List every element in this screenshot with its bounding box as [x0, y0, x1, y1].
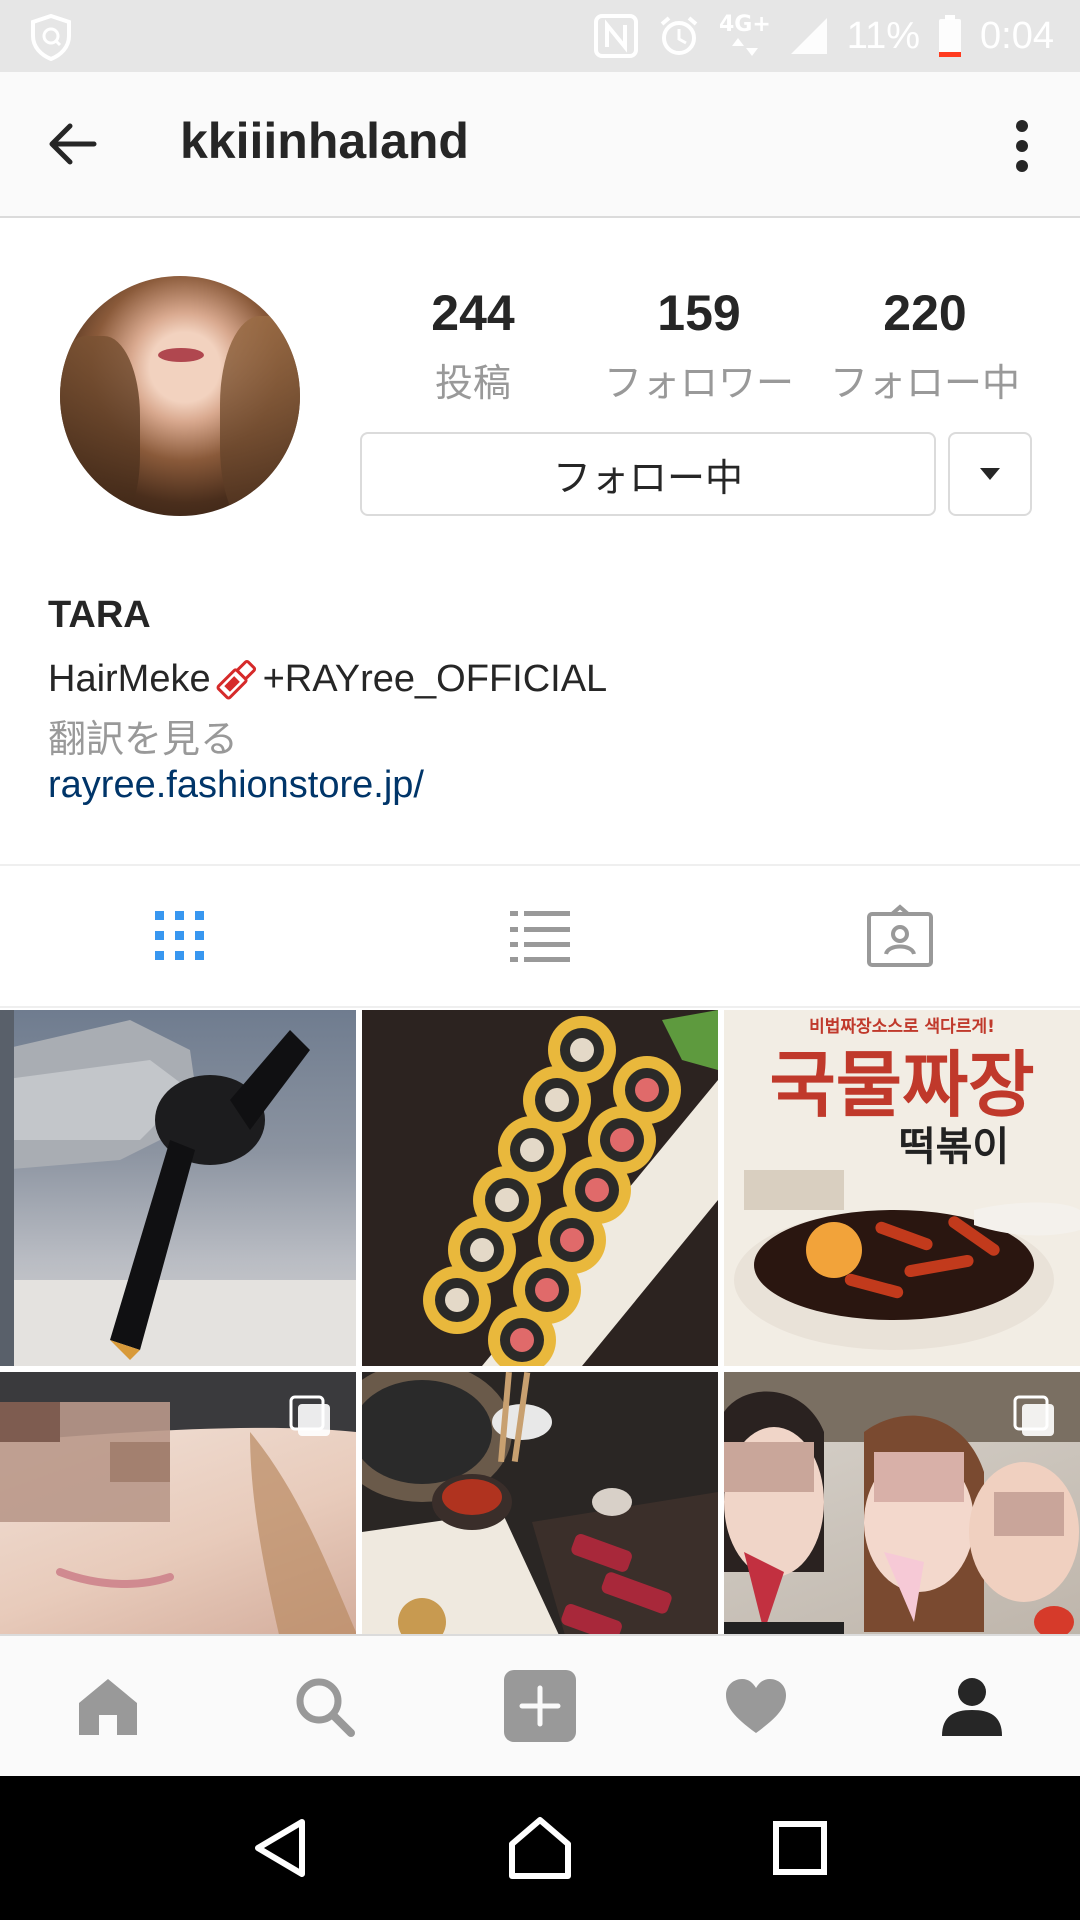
stat-posts[interactable]: 244 投稿 — [360, 284, 586, 407]
shield-icon — [31, 13, 71, 62]
website-link[interactable]: rayree.fashionstore.jp/ — [48, 764, 1038, 820]
bio-suffix: +RAYree_OFFICIAL — [262, 657, 608, 700]
posts-count: 244 — [431, 285, 515, 341]
nav-activity[interactable] — [648, 1636, 864, 1776]
back-arrow-icon[interactable] — [44, 116, 100, 172]
multiple-photos-icon — [289, 1395, 330, 1436]
tab-grid[interactable] — [0, 866, 360, 1006]
status-bar: 4G+ 11% 0:04 — [0, 0, 1080, 72]
house-outline-icon — [509, 1817, 571, 1879]
list-icon — [510, 911, 570, 962]
nav-add[interactable] — [432, 1636, 648, 1776]
lipstick-emoji-icon — [216, 659, 256, 700]
tab-tagged[interactable] — [720, 866, 1080, 1006]
bbq-image — [362, 1372, 718, 1634]
svg-text:비법짜장소스로 색다르게!: 비법짜장소스로 색다르게! — [809, 1017, 995, 1037]
battery-percent: 11% — [846, 14, 921, 57]
clock: 0:04 — [980, 14, 1054, 57]
following-label: フォロー中 — [829, 361, 1020, 405]
person-icon — [942, 1678, 1002, 1736]
system-back-button[interactable] — [235, 1803, 325, 1893]
alarm-icon — [660, 16, 698, 55]
post-tile-korean-bbq[interactable] — [362, 1372, 718, 1634]
post-tile-kimbap[interactable] — [362, 1010, 718, 1366]
kimbap-image — [423, 1010, 718, 1366]
svg-text:떡볶이: 떡볶이 — [899, 1124, 1009, 1170]
triangle-back-icon — [255, 1819, 305, 1877]
nav-profile[interactable] — [864, 1636, 1080, 1776]
post-tile-selfie-cap[interactable] — [0, 1372, 356, 1634]
more-vertical-icon[interactable] — [1004, 116, 1040, 176]
multiple-photos-icon — [1013, 1395, 1054, 1436]
svg-text:국물짜장: 국물짜장 — [770, 1043, 1035, 1127]
tab-list[interactable] — [360, 866, 720, 1006]
profile-header-bar: kkiiinhaland — [0, 72, 1080, 218]
followers-count: 159 — [657, 285, 741, 341]
following-button[interactable]: フォロー中 — [360, 432, 936, 516]
bio-section: TARA HairMeke +RAYree_OFFICIAL 翻訳を見る ray… — [48, 594, 1038, 820]
search-icon — [296, 1678, 355, 1737]
bottom-navigation — [0, 1634, 1080, 1776]
plus-square-icon — [504, 1670, 576, 1742]
home-icon — [79, 1679, 137, 1735]
post-tile-airplane-propeller[interactable] — [0, 1010, 356, 1366]
avatar[interactable] — [60, 276, 300, 516]
grid-icon — [155, 911, 204, 960]
profile-tabs — [0, 864, 1080, 1008]
post-tile-tteokbokki-package[interactable]: 비법짜장소스로 색다르게! 국물짜장 떡볶이 — [724, 1010, 1080, 1366]
tteokbokki-image: 비법짜장소스로 색다르게! 국물짜장 떡볶이 — [734, 1017, 1080, 1350]
data-arrows-icon — [731, 38, 758, 56]
translate-link[interactable]: 翻訳を見る — [48, 708, 1038, 764]
stat-following[interactable]: 220 フォロー中 — [812, 284, 1038, 407]
bio-prefix: HairMeke — [48, 657, 211, 700]
posts-grid: 비법짜장소스로 색다르게! 국물짜장 떡볶이 — [0, 1010, 1080, 1634]
nav-search[interactable] — [216, 1636, 432, 1776]
caret-down-icon — [980, 468, 1000, 480]
following-count: 220 — [883, 285, 967, 341]
battery-icon — [939, 15, 962, 57]
system-recents-button[interactable] — [755, 1803, 845, 1893]
heart-icon — [726, 1679, 786, 1733]
followers-label: フォロワー — [603, 361, 794, 405]
signal-icon — [790, 18, 827, 54]
display-name: TARA — [48, 594, 151, 636]
system-navigation-bar — [0, 1776, 1080, 1920]
username-title: kkiiinhaland — [180, 113, 469, 169]
nav-home[interactable] — [0, 1636, 216, 1776]
post-tile-group-selfie[interactable] — [724, 1372, 1080, 1634]
propeller-image — [0, 1010, 356, 1366]
bio-text: HairMeke +RAYree_OFFICIAL — [48, 650, 1038, 708]
square-recents-icon — [773, 1821, 827, 1875]
tagged-person-icon — [867, 904, 933, 967]
network-type-label: 4G+ — [718, 12, 771, 37]
stat-followers[interactable]: 159 フォロワー — [586, 284, 812, 407]
system-home-button[interactable] — [495, 1803, 585, 1893]
profile-stats: 244 投稿 159 フォロワー 220 フォロー中 — [360, 284, 1040, 407]
suggestions-dropdown-button[interactable] — [948, 432, 1032, 516]
nfc-icon — [593, 14, 638, 58]
network-indicator: 4G+ — [719, 14, 771, 58]
posts-label: 投稿 — [434, 361, 511, 405]
